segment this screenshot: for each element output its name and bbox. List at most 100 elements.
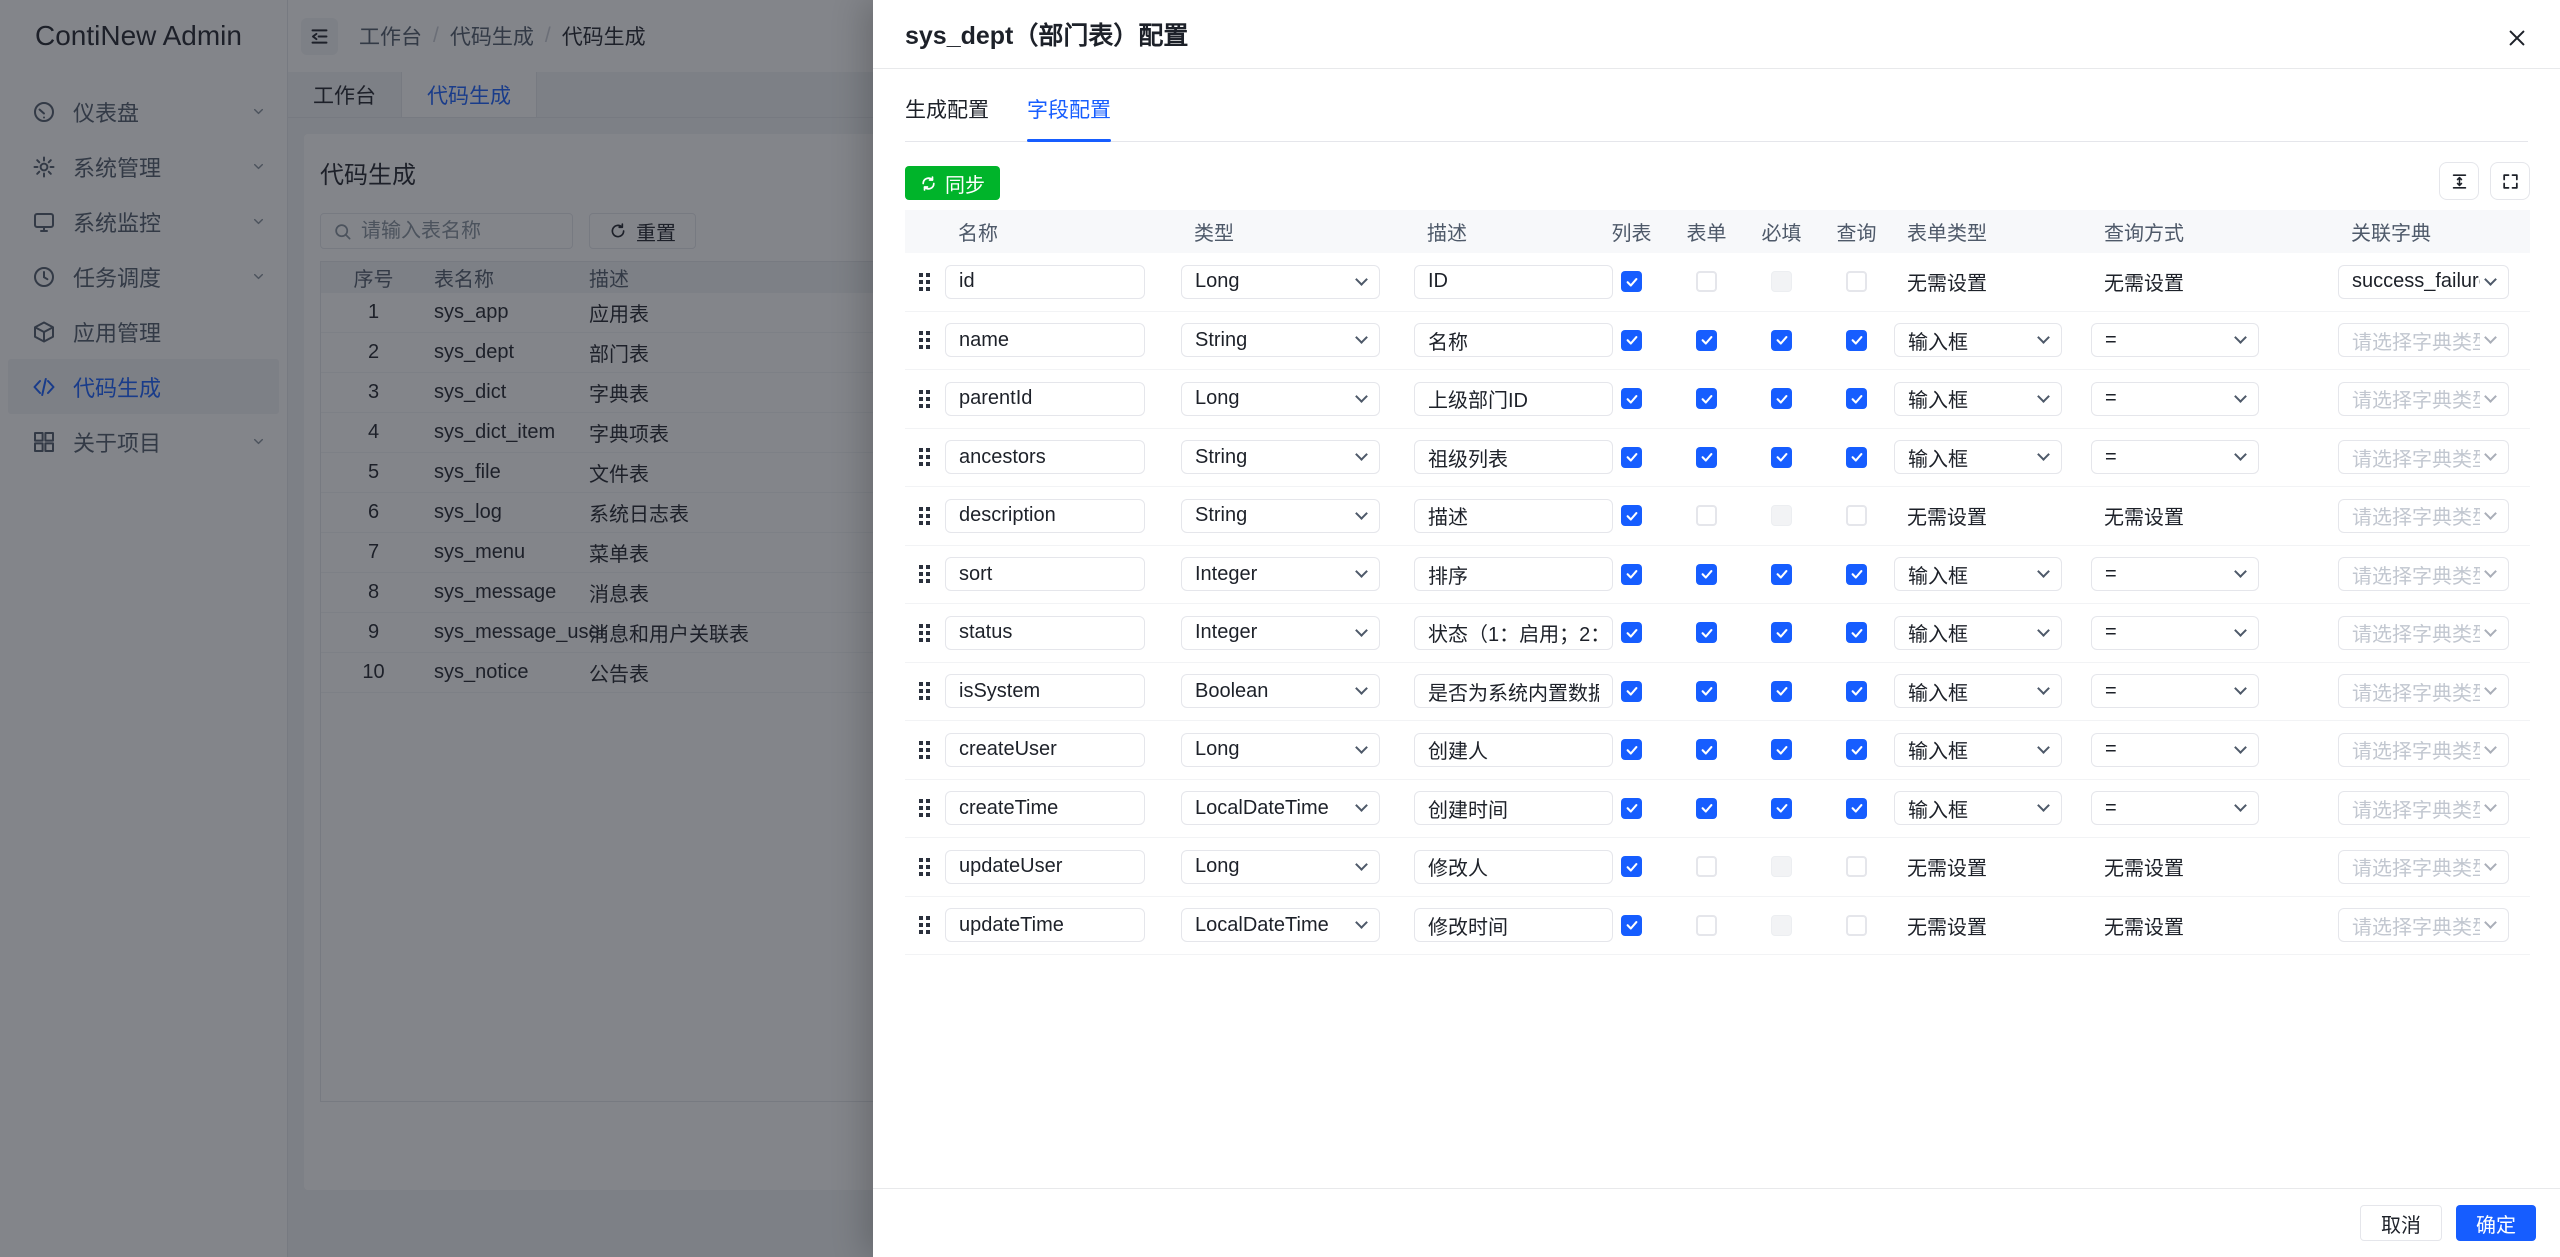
fullscreen-button[interactable] [2490,162,2530,200]
field-name-input[interactable] [945,381,1145,416]
field-type-select[interactable]: Long [1181,381,1380,416]
query-checkbox[interactable] [1846,563,1867,585]
form-checkbox[interactable] [1696,797,1717,819]
drag-handle-icon[interactable] [919,272,930,291]
required-checkbox[interactable] [1771,622,1792,644]
dict-select[interactable]: success_failure [2338,264,2509,299]
form-checkbox[interactable] [1696,739,1717,761]
form-type-select[interactable]: 输入框 [1894,615,2062,650]
drag-handle-icon[interactable] [919,506,930,525]
required-checkbox[interactable] [1771,680,1792,702]
field-type-select[interactable]: LocalDateTime [1181,791,1380,826]
list-checkbox[interactable] [1621,271,1642,293]
field-desc-input[interactable] [1414,557,1613,592]
query-checkbox[interactable] [1846,680,1867,702]
dict-select[interactable]: 请选择字典类型 [2338,849,2509,884]
drag-handle-icon[interactable] [919,740,930,759]
field-desc-input[interactable] [1414,498,1613,533]
field-name-input[interactable] [945,908,1145,943]
drag-handle-icon[interactable] [919,799,930,818]
field-desc-input[interactable] [1414,732,1613,767]
field-name-input[interactable] [945,732,1145,767]
list-checkbox[interactable] [1621,388,1642,410]
required-checkbox[interactable] [1771,388,1792,410]
form-checkbox[interactable] [1696,680,1717,702]
field-name-input[interactable] [945,264,1145,299]
confirm-button[interactable]: 确定 [2456,1205,2536,1241]
drag-handle-icon[interactable] [919,565,930,584]
dict-select[interactable]: 请选择字典类型 [2338,674,2509,709]
row-height-button[interactable] [2439,162,2479,200]
field-desc-input[interactable] [1414,849,1613,884]
field-desc-input[interactable] [1414,440,1613,475]
query-type-select[interactable]: = [2091,381,2259,416]
required-checkbox[interactable] [1771,563,1792,585]
query-checkbox[interactable] [1846,505,1867,527]
field-type-select[interactable]: Long [1181,849,1380,884]
drag-handle-icon[interactable] [919,857,930,876]
form-type-select[interactable]: 输入框 [1894,323,2062,358]
drag-handle-icon[interactable] [919,623,930,642]
field-name-input[interactable] [945,323,1145,358]
required-checkbox[interactable] [1771,739,1792,761]
list-checkbox[interactable] [1621,914,1642,936]
drawer-tab-生成配置[interactable]: 生成配置 [905,94,989,141]
list-checkbox[interactable] [1621,797,1642,819]
field-desc-input[interactable] [1414,615,1613,650]
form-type-select[interactable]: 输入框 [1894,381,2062,416]
query-checkbox[interactable] [1846,271,1867,293]
field-name-input[interactable] [945,615,1145,650]
form-checkbox[interactable] [1696,914,1717,936]
form-type-select[interactable]: 输入框 [1894,732,2062,767]
query-type-select[interactable]: = [2091,732,2259,767]
query-checkbox[interactable] [1846,739,1867,761]
form-checkbox[interactable] [1696,446,1717,468]
query-checkbox[interactable] [1846,797,1867,819]
form-checkbox[interactable] [1696,563,1717,585]
list-checkbox[interactable] [1621,505,1642,527]
dict-select[interactable]: 请选择字典类型 [2338,381,2509,416]
drag-handle-icon[interactable] [919,682,930,701]
drag-handle-icon[interactable] [919,331,930,350]
field-desc-input[interactable] [1414,908,1613,943]
form-type-select[interactable]: 输入框 [1894,557,2062,592]
drag-handle-icon[interactable] [919,389,930,408]
form-type-select[interactable]: 输入框 [1894,440,2062,475]
form-checkbox[interactable] [1696,329,1717,351]
field-type-select[interactable]: Integer [1181,557,1380,592]
field-type-select[interactable]: Long [1181,264,1380,299]
form-checkbox[interactable] [1696,622,1717,644]
query-type-select[interactable]: = [2091,674,2259,709]
drawer-tab-字段配置[interactable]: 字段配置 [1027,94,1111,142]
form-type-select[interactable]: 输入框 [1894,674,2062,709]
field-type-select[interactable]: String [1181,440,1380,475]
list-checkbox[interactable] [1621,563,1642,585]
form-checkbox[interactable] [1696,505,1717,527]
query-type-select[interactable]: = [2091,440,2259,475]
field-name-input[interactable] [945,440,1145,475]
required-checkbox[interactable] [1771,797,1792,819]
field-desc-input[interactable] [1414,323,1613,358]
dict-select[interactable]: 请选择字典类型 [2338,908,2509,943]
field-desc-input[interactable] [1414,381,1613,416]
dict-select[interactable]: 请选择字典类型 [2338,615,2509,650]
field-type-select[interactable]: String [1181,498,1380,533]
query-type-select[interactable]: = [2091,791,2259,826]
dict-select[interactable]: 请选择字典类型 [2338,323,2509,358]
field-type-select[interactable]: LocalDateTime [1181,908,1380,943]
field-name-input[interactable] [945,849,1145,884]
required-checkbox[interactable] [1771,329,1792,351]
field-name-input[interactable] [945,557,1145,592]
list-checkbox[interactable] [1621,680,1642,702]
form-checkbox[interactable] [1696,388,1717,410]
form-checkbox[interactable] [1696,271,1717,293]
query-checkbox[interactable] [1846,914,1867,936]
field-name-input[interactable] [945,674,1145,709]
field-desc-input[interactable] [1414,264,1613,299]
cancel-button[interactable]: 取消 [2360,1205,2442,1241]
query-type-select[interactable]: = [2091,323,2259,358]
dict-select[interactable]: 请选择字典类型 [2338,791,2509,826]
field-name-input[interactable] [945,791,1145,826]
close-button[interactable] [2496,17,2538,59]
query-checkbox[interactable] [1846,329,1867,351]
